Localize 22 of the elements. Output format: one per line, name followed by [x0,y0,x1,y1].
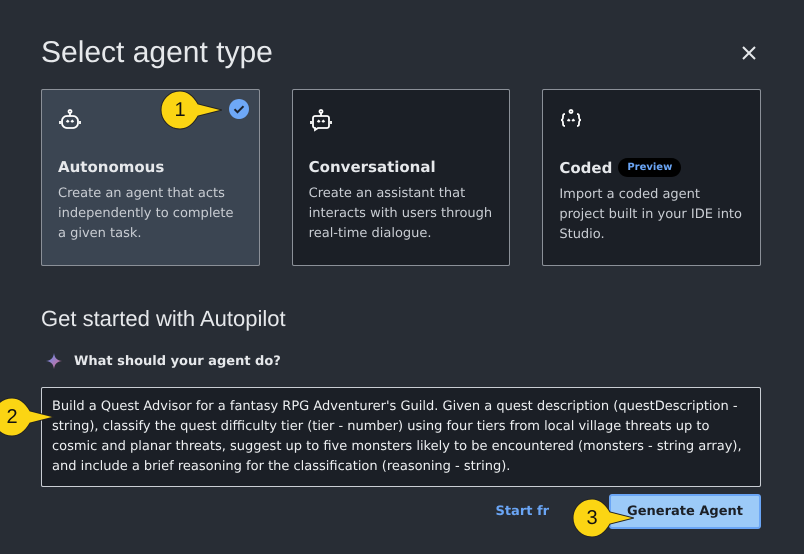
check-icon [228,99,249,119]
card-description: Create an agent that acts independently to complete a given task. [58,185,235,243]
start-link[interactable]: Start fr [495,504,550,519]
section-heading: Get started with Autopilot [41,306,287,332]
sparkle-icon [46,353,62,369]
card-description: Create an assistant that interacts with users through real-time dialogue. [308,185,494,243]
card-title: Coded [559,158,612,176]
card-title: Conversational [308,158,436,176]
robot-icon [58,108,82,132]
agent-type-card[interactable]: Coded Preview Import a coded agent project built in your IDE into Studio. [542,89,762,266]
chat-robot-icon [308,108,333,132]
generate-agent-button[interactable]: Generate Agent [609,494,761,529]
card-description: Import a coded agent project built in your IDE into Studio. [559,186,743,244]
close-icon[interactable] [741,45,757,61]
callout-badge: 2 [0,397,54,437]
card-title: Autonomous [58,158,164,176]
prompt-field[interactable]: Build a Quest Advisor for a fantasy RPG Adventurer's Guild. Given a quest description (questDescription - string), classify the quest difficulty tier (tier - number) using four tiers from local village threats up to cosmic and planar threats, suggest up to five monsters likely to be encountered (monsters - string array), and include a brief reasoning for the classification (reasoning - string). [41,387,761,487]
agent-type-card[interactable]: Conversational Create an assistant that interacts with users through real-time dialogue. [292,89,510,266]
prompt-label: What should your agent do? [74,354,281,368]
preview-badge: Preview [618,158,682,177]
callout-badge: 1 [160,90,222,130]
dialog-title: Select agent type [41,36,273,70]
